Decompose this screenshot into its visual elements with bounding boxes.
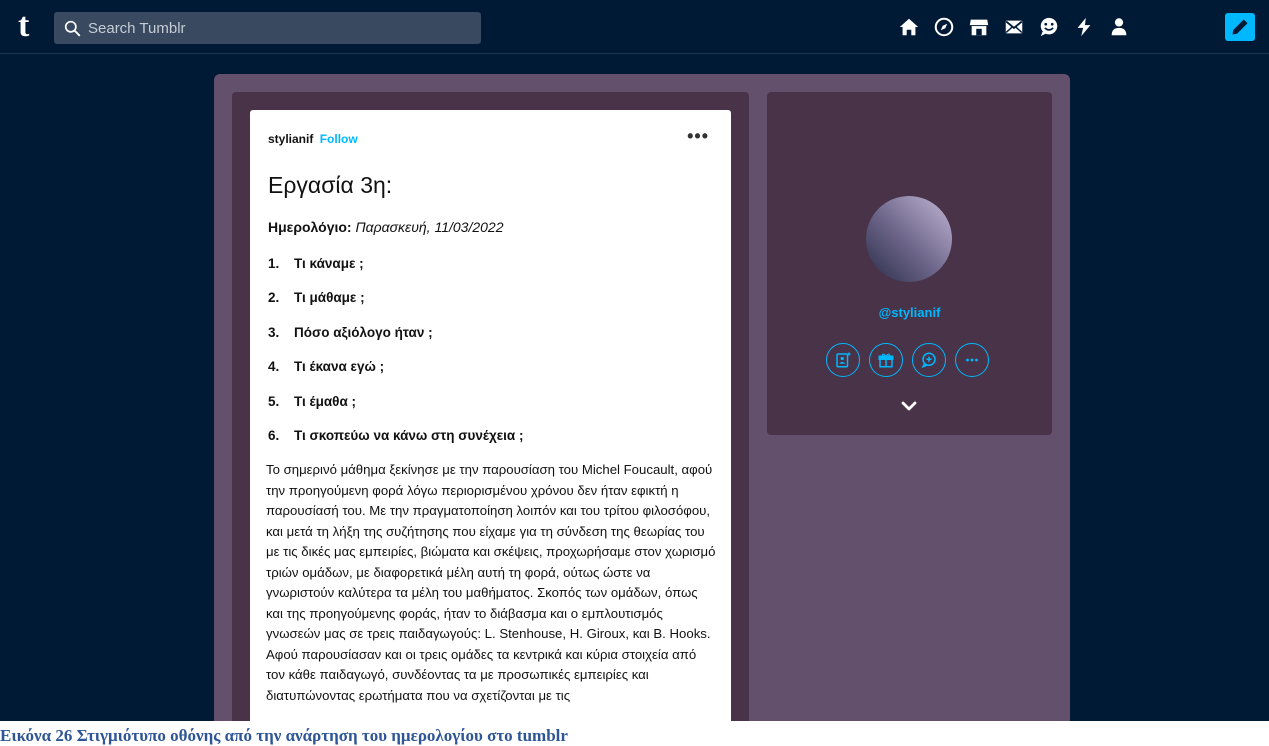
list-item: 2. Τι μάθαμε ;	[268, 290, 523, 324]
diary-date: Παρασκευή, 11/03/2022	[355, 219, 504, 235]
top-navigation: t	[0, 0, 1269, 54]
profile-card-icon	[836, 352, 851, 368]
account-icon[interactable]	[1104, 12, 1134, 42]
chat-plus-icon	[921, 352, 936, 369]
list-number: 2.	[268, 290, 280, 306]
posts-column: stylianif Follow ••• Εργασία 3η: Ημερολό…	[232, 92, 749, 721]
post-body: Το σημερινό μάθημα ξεκίνησε με την παρου…	[266, 462, 716, 703]
nav-icons	[0, 12, 1269, 42]
avatar[interactable]	[866, 196, 952, 282]
figure-caption: Εικόνα 26 Στιγμιότυπο οθόνης από την ανά…	[0, 726, 568, 745]
gift-icon	[878, 353, 894, 368]
list-item: 5. Τι έμαθα ;	[268, 394, 523, 428]
post-more-icon[interactable]: •••	[687, 126, 709, 147]
list-number: 1.	[268, 256, 280, 271]
home-icon[interactable]	[894, 12, 924, 42]
post-diary-line: Ημερολόγιο: Παρασκευή, 11/03/2022	[268, 219, 504, 235]
blog-handle[interactable]: @stylianif	[767, 305, 1052, 320]
compose-button[interactable]	[1225, 13, 1255, 41]
follow-button[interactable]: Follow	[320, 132, 358, 146]
messages-icon[interactable]	[1034, 12, 1064, 42]
tumblr-screen: t Search Tumblr stylianif Follow ••• Εργ…	[0, 0, 1269, 721]
chat-plus-button[interactable]	[912, 343, 946, 377]
list-text: Τι έκανα εγώ ;	[294, 359, 385, 375]
list-text: Τι σκοπεύω να κάνω στη συνέχεια ;	[294, 427, 524, 443]
post-card: stylianif Follow ••• Εργασία 3η: Ημερολό…	[250, 110, 731, 721]
more-icon	[966, 358, 978, 362]
blog-sidebar: @stylianif	[767, 92, 1052, 435]
questions-list: 1. Τι κάναμε ; 2. Τι μάθαμε ; 3. Πόσο αξιόλ…	[268, 256, 523, 462]
profile-card-button[interactable]	[826, 343, 860, 377]
diary-label: Ημερολόγιο:	[268, 219, 352, 235]
list-text: Πόσο αξιόλογο ήταν ;	[294, 324, 433, 340]
more-button[interactable]	[955, 343, 989, 377]
post-title: Εργασία 3η:	[268, 172, 393, 198]
activity-icon[interactable]	[1069, 12, 1099, 42]
list-text: Τι μάθαμε ;	[294, 290, 365, 306]
shop-icon[interactable]	[964, 12, 994, 42]
post-header: stylianif Follow	[268, 132, 358, 146]
gift-button[interactable]	[869, 343, 903, 377]
pencil-icon	[1232, 19, 1248, 35]
list-number: 5.	[268, 393, 280, 409]
blog-actions	[826, 343, 996, 377]
list-number: 4.	[268, 359, 280, 375]
chevron-down-icon[interactable]	[900, 399, 918, 413]
list-item: 6. Τι σκοπεύω να κάνω στη συνέχεια ;	[268, 428, 523, 462]
explore-icon[interactable]	[929, 12, 959, 42]
list-text: Τι έμαθα ;	[294, 393, 356, 409]
inbox-icon[interactable]	[999, 12, 1029, 42]
list-item: 4. Τι έκανα εγώ ;	[268, 359, 523, 393]
list-item: 1. Τι κάναμε ;	[268, 256, 523, 290]
list-number: 3.	[268, 324, 280, 340]
post-author[interactable]: stylianif	[268, 132, 313, 146]
list-item: 3. Πόσο αξιόλογο ήταν ;	[268, 325, 523, 359]
list-text: Τι κάναμε ;	[294, 256, 364, 271]
blog-view-modal: stylianif Follow ••• Εργασία 3η: Ημερολό…	[214, 74, 1070, 721]
list-number: 6.	[268, 427, 280, 443]
